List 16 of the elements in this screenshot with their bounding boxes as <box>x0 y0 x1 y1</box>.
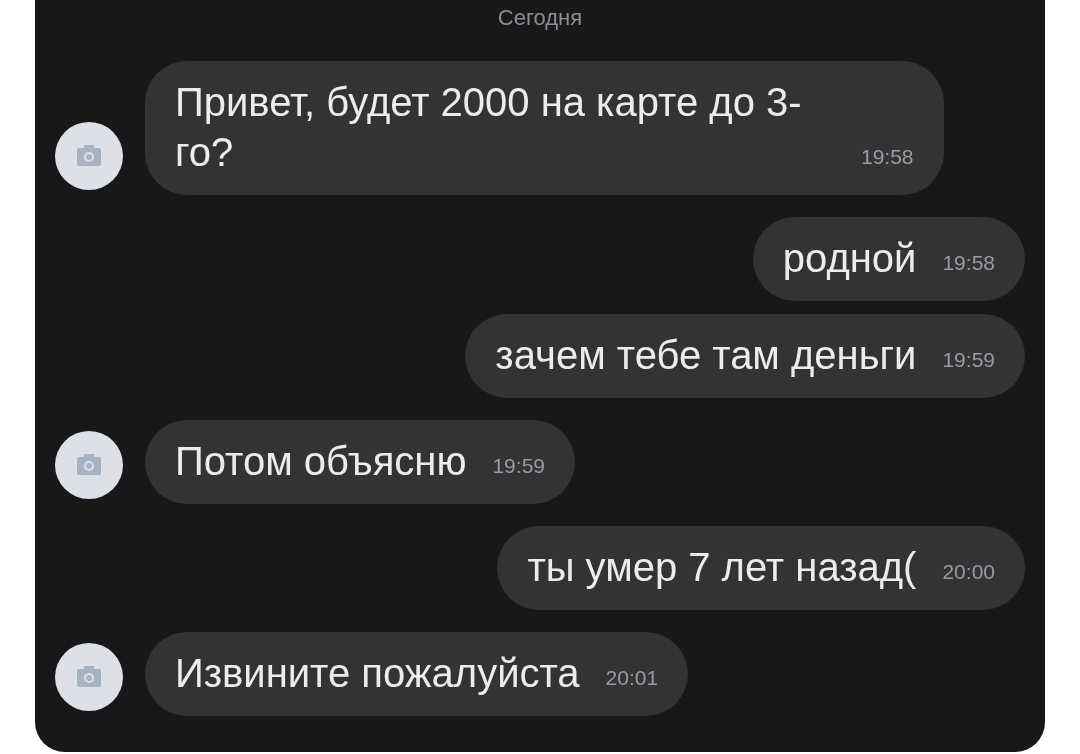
message-text: зачем тебе там деньги <box>495 332 917 379</box>
message-time: 20:01 <box>605 666 659 690</box>
message-time: 19:59 <box>492 454 545 478</box>
message-time: 19:58 <box>861 145 914 169</box>
message-text: Потом объясню <box>175 438 467 485</box>
avatar-camera-icon <box>55 643 123 711</box>
message-time: 19:59 <box>942 348 995 372</box>
avatar-camera-icon <box>55 431 123 499</box>
avatar-camera-icon <box>55 122 123 190</box>
message-text: Привет, будет 2000 на карте до 3-го? <box>175 79 803 176</box>
date-header: Сегодня <box>497 5 583 31</box>
message-text: родной <box>782 235 917 282</box>
message-time: 20:00 <box>942 560 995 584</box>
message-time: 19:58 <box>942 251 995 275</box>
message-text: ты умер 7 лет назад( <box>527 544 917 591</box>
message-text: Извините пожалуйста <box>175 650 580 697</box>
